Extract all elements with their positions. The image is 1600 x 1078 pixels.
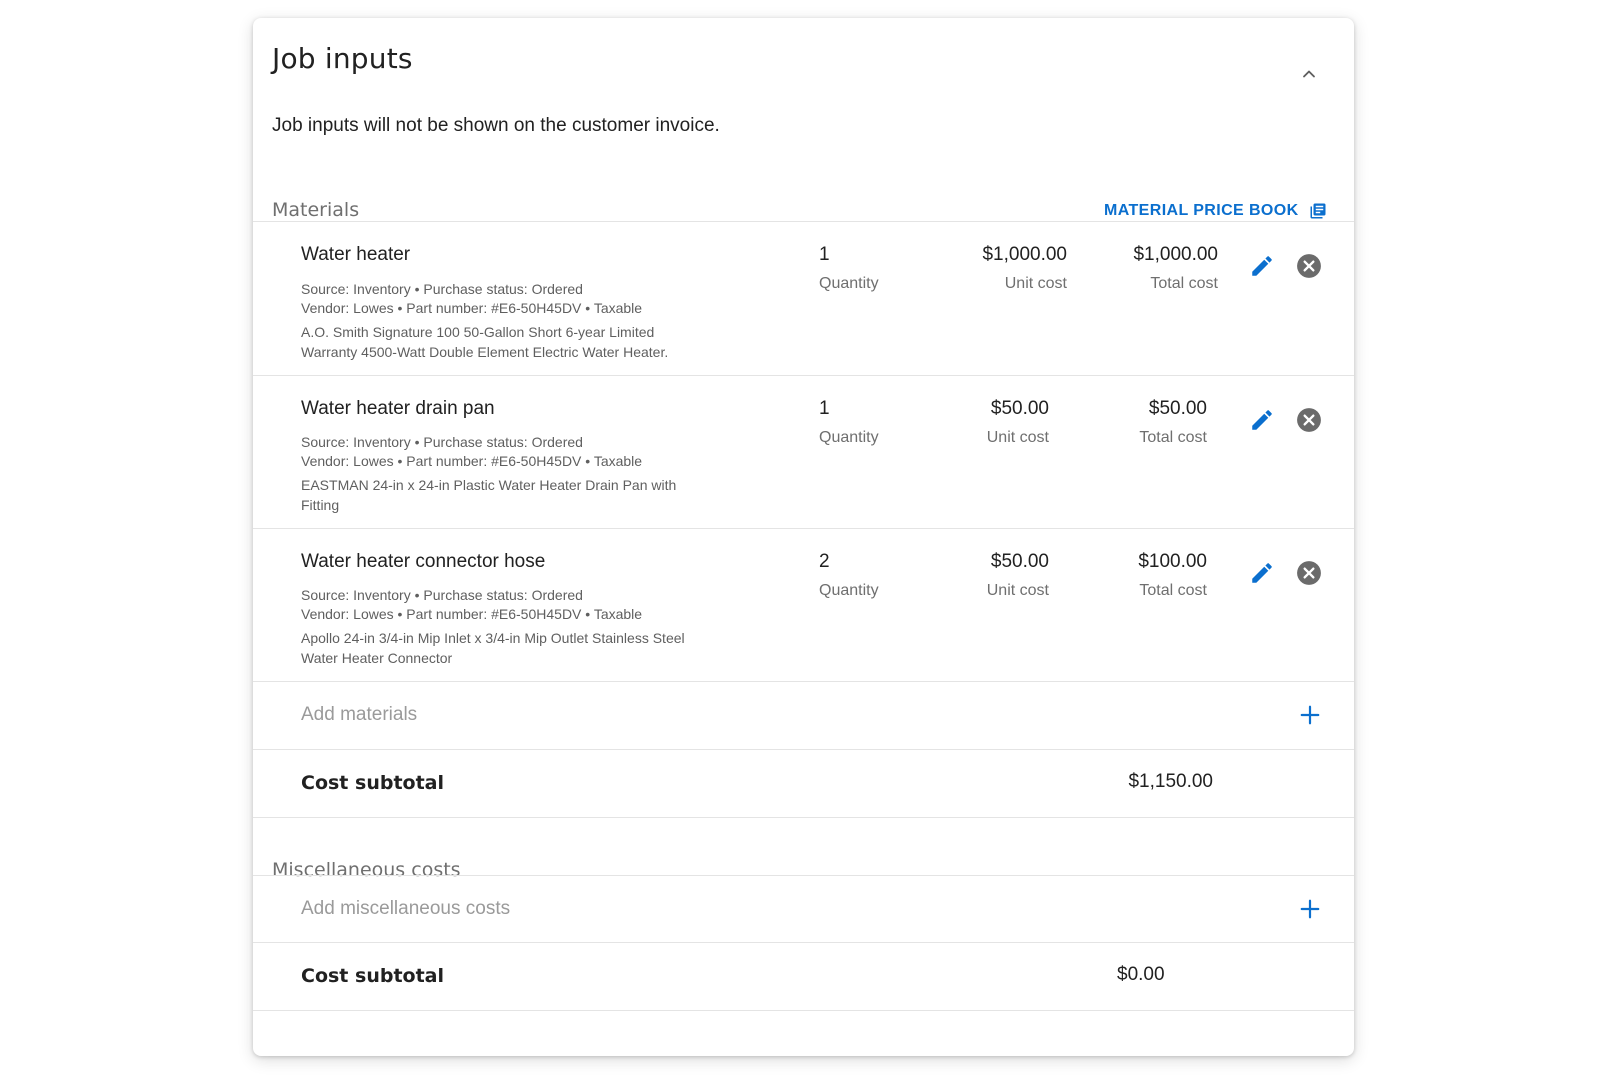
material-quantity: 1 — [819, 398, 830, 419]
material-row: Water heater drain pan Source: Inventory… — [253, 376, 1354, 532]
unit-cost-label: Unit cost — [986, 429, 1049, 446]
materials-subtotal-row: Cost subtotal $1,150.00 — [253, 750, 1354, 817]
total-cost-label: Total cost — [1139, 429, 1207, 446]
divider — [253, 817, 1354, 818]
add-misc-costs-row[interactable]: Add miscellaneous costs — [253, 876, 1354, 943]
material-price-book-link[interactable]: MATERIAL PRICE BOOK — [1104, 202, 1327, 220]
material-description: EASTMAN 24-in x 24-in Plastic Water Heat… — [301, 477, 677, 513]
edit-material-button[interactable] — [1248, 559, 1276, 587]
add-materials-label: Add materials — [301, 704, 418, 725]
book-icon — [1310, 203, 1326, 219]
plus-icon — [1300, 705, 1320, 725]
material-meta-vendor: Vendor: Lowes • Part number: #E6-50H45DV… — [301, 300, 643, 316]
subtotal-label: Cost subtotal — [301, 965, 444, 987]
collapse-button[interactable] — [1293, 58, 1325, 90]
materials-subtotal-value: $1,150.00 — [1128, 771, 1213, 792]
material-unit-cost: $50.00 — [990, 551, 1049, 572]
material-price-book-label: MATERIAL PRICE BOOK — [1104, 202, 1299, 219]
material-description: A.O. Smith Signature 100 50-Gallon Short… — [301, 324, 669, 360]
add-materials-row[interactable]: Add materials — [253, 682, 1354, 749]
materials-section-label: Materials — [272, 199, 360, 221]
quantity-label: Quantity — [819, 582, 879, 599]
material-row: Water heater Source: Inventory • Purchas… — [253, 222, 1354, 378]
misc-subtotal-value: $0.00 — [1117, 964, 1165, 985]
close-circle-icon — [1297, 254, 1321, 278]
edit-material-button[interactable] — [1248, 406, 1276, 434]
material-meta-vendor: Vendor: Lowes • Part number: #E6-50H45DV… — [301, 606, 643, 622]
material-total-cost: $100.00 — [1138, 551, 1207, 572]
add-misc-costs-button[interactable] — [1297, 896, 1323, 922]
add-misc-costs-label: Add miscellaneous costs — [301, 898, 511, 919]
material-meta-vendor: Vendor: Lowes • Part number: #E6-50H45DV… — [301, 453, 643, 469]
unit-cost-label: Unit cost — [1004, 275, 1067, 292]
material-total-cost: $50.00 — [1148, 398, 1207, 419]
material-unit-cost: $1,000.00 — [982, 244, 1067, 265]
close-circle-icon — [1297, 561, 1321, 585]
material-name: Water heater — [301, 244, 411, 265]
pencil-icon — [1252, 563, 1272, 583]
total-cost-label: Total cost — [1150, 275, 1218, 292]
subtotal-label: Cost subtotal — [301, 772, 444, 794]
material-quantity: 2 — [819, 551, 830, 572]
card-subtitle: Job inputs will not be shown on the cust… — [272, 115, 720, 136]
chevron-up-icon — [1303, 70, 1315, 78]
card-title: Job inputs — [272, 42, 413, 75]
job-inputs-card: Job inputs Job inputs will not be shown … — [253, 18, 1354, 1056]
edit-material-button[interactable] — [1248, 252, 1276, 280]
unit-cost-label: Unit cost — [986, 582, 1049, 599]
add-materials-button[interactable] — [1297, 702, 1323, 728]
material-meta-source: Source: Inventory • Purchase status: Ord… — [301, 587, 583, 603]
material-description: Apollo 24-in 3/4-in Mip Inlet x 3/4-in M… — [301, 630, 685, 666]
material-name: Water heater connector hose — [301, 551, 546, 572]
misc-subtotal-row: Cost subtotal $0.00 — [253, 943, 1354, 1010]
remove-material-button[interactable] — [1295, 559, 1323, 587]
quantity-label: Quantity — [819, 275, 879, 292]
material-quantity: 1 — [819, 244, 830, 265]
pencil-icon — [1252, 410, 1272, 430]
material-name: Water heater drain pan — [301, 398, 495, 419]
remove-material-button[interactable] — [1295, 252, 1323, 280]
divider — [253, 1010, 1354, 1011]
total-cost-label: Total cost — [1139, 582, 1207, 599]
material-row: Water heater connector hose Source: Inve… — [253, 529, 1354, 685]
material-total-cost: $1,000.00 — [1133, 244, 1218, 265]
pencil-icon — [1252, 256, 1272, 276]
material-meta-source: Source: Inventory • Purchase status: Ord… — [301, 434, 583, 450]
material-unit-cost: $50.00 — [990, 398, 1049, 419]
plus-icon — [1300, 899, 1320, 919]
quantity-label: Quantity — [819, 429, 879, 446]
remove-material-button[interactable] — [1295, 406, 1323, 434]
material-meta-source: Source: Inventory • Purchase status: Ord… — [301, 281, 583, 297]
close-circle-icon — [1297, 408, 1321, 432]
